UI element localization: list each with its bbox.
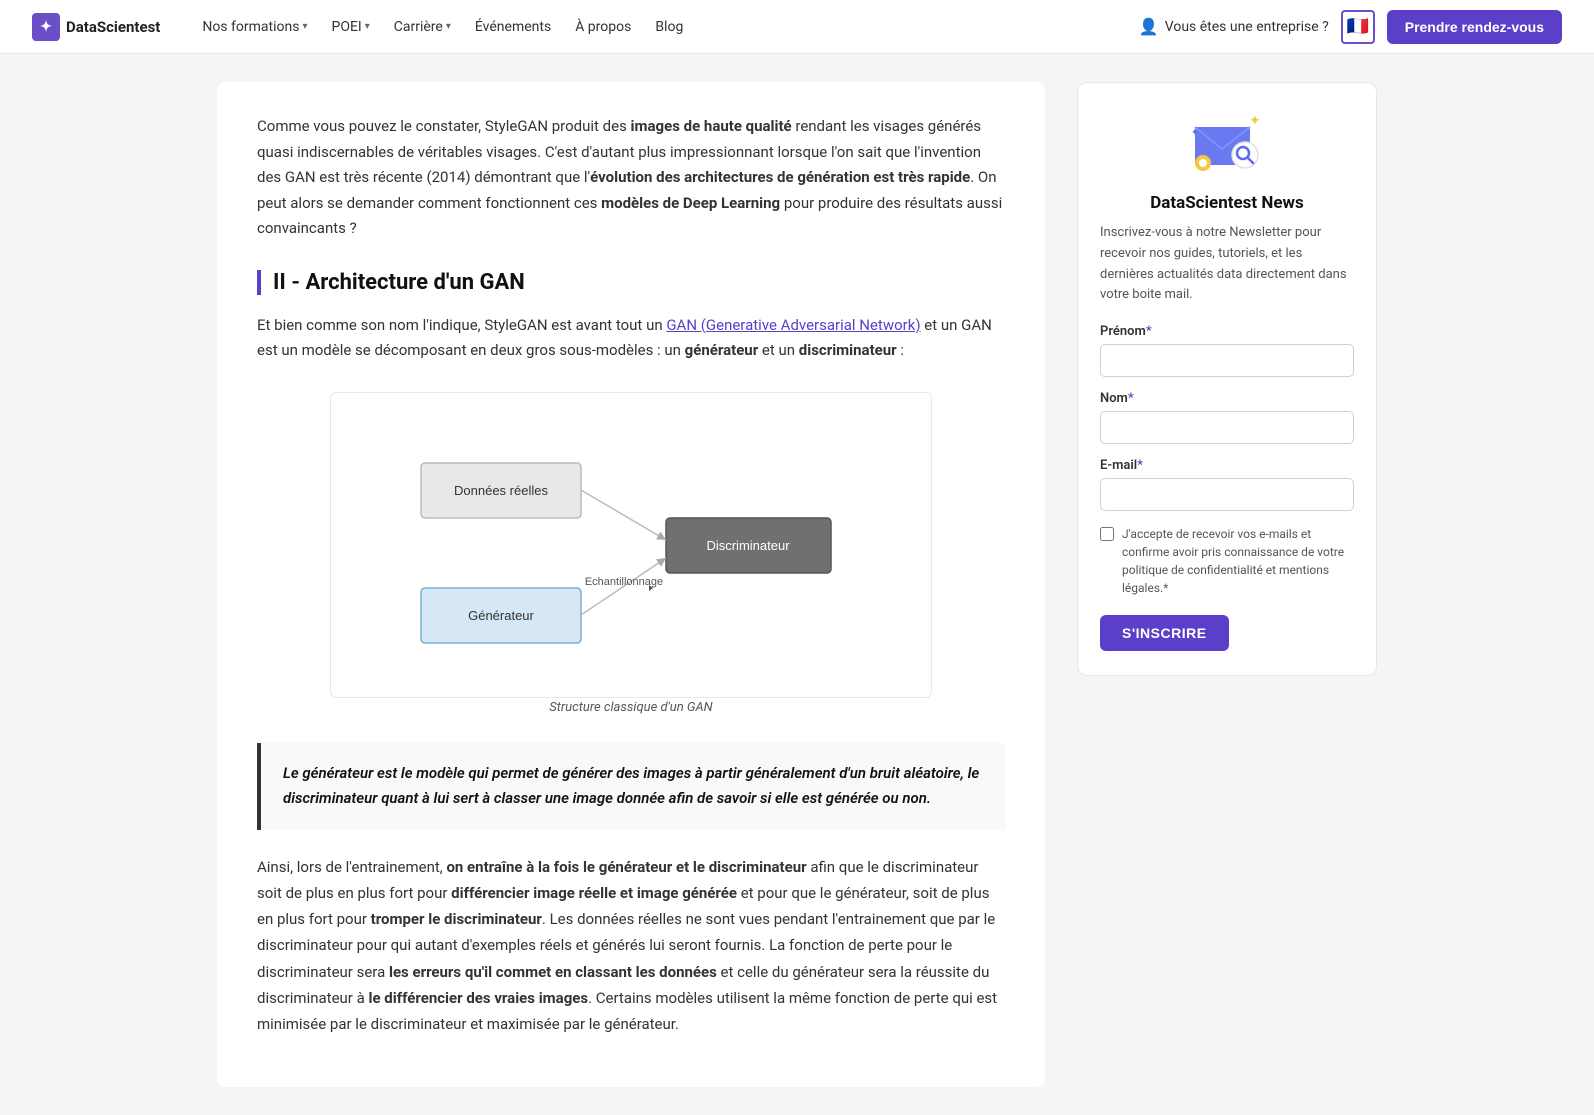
email-label: E-mail*	[1100, 458, 1354, 473]
consent-row: J'accepte de recevoir vos e-mails et con…	[1100, 525, 1354, 597]
chevron-down-icon: ▾	[302, 21, 307, 32]
email-input[interactable]	[1100, 478, 1354, 511]
section-intro: Et bien comme son nom l'indique, StyleGA…	[257, 313, 1005, 364]
logo-icon: ✦	[32, 13, 60, 41]
newsletter-desc: Inscrivez-vous à notre Newsletter pour r…	[1100, 223, 1354, 306]
page-body: Comme vous pouvez le constater, StyleGAN…	[197, 54, 1397, 1115]
main-content: Comme vous pouvez le constater, StyleGAN…	[217, 82, 1045, 1087]
prenom-input[interactable]	[1100, 344, 1354, 377]
svg-text:✦: ✦	[1249, 112, 1261, 128]
sidebar: ✦ ✦ DataScientest News Inscrivez-vous à …	[1077, 82, 1377, 1087]
gan-link[interactable]: GAN (Generative Adversarial Network)	[666, 316, 920, 334]
nav-item-carriere[interactable]: Carrière ▾	[384, 13, 461, 41]
diagram-container: Données réelles Générateur Discriminateu…	[257, 392, 1005, 715]
navbar: ✦ DataScientest Nos formations ▾ POEI ▾ …	[0, 0, 1594, 54]
svg-text:Echantillonnage: Echantillonnage	[585, 576, 663, 588]
svg-text:Données réelles: Données réelles	[454, 483, 548, 498]
chevron-down-icon: ▾	[446, 21, 451, 32]
svg-text:Discriminateur: Discriminateur	[706, 538, 790, 553]
body-paragraph: Ainsi, lors de l'entrainement, on entraî…	[257, 854, 1005, 1038]
svg-text:Générateur: Générateur	[468, 608, 534, 623]
nom-group: Nom*	[1100, 391, 1354, 444]
gan-diagram-svg: Données réelles Générateur Discriminateu…	[371, 413, 891, 673]
enterprise-link[interactable]: 👤 Vous êtes une entreprise ?	[1139, 17, 1329, 36]
nav-item-formations[interactable]: Nos formations ▾	[192, 13, 317, 41]
diagram-caption-text: Structure classique d'un GAN	[549, 700, 712, 715]
email-group: E-mail*	[1100, 458, 1354, 511]
enterprise-icon: 👤	[1139, 17, 1159, 36]
nav-item-blog[interactable]: Blog	[645, 13, 693, 41]
diagram-svg: Données réelles Générateur Discriminateu…	[330, 392, 932, 698]
newsletter-title: DataScientest News	[1100, 193, 1354, 213]
nav-links: Nos formations ▾ POEI ▾ Carrière ▾ Événe…	[192, 13, 1138, 41]
highlight-block: Le générateur est le modèle qui permet d…	[257, 743, 1005, 830]
consent-label: J'accepte de recevoir vos e-mails et con…	[1122, 525, 1354, 597]
prenom-label: Prénom*	[1100, 324, 1354, 339]
svg-text:✦: ✦	[1191, 127, 1199, 137]
nav-item-evenements[interactable]: Événements	[465, 13, 561, 41]
nom-label: Nom*	[1100, 391, 1354, 406]
nav-right: 👤 Vous êtes une entreprise ? 🇫🇷 Prendre …	[1139, 10, 1562, 44]
section-title: II - Architecture d'un GAN	[257, 270, 1005, 295]
intro-paragraph: Comme vous pouvez le constater, StyleGAN…	[257, 114, 1005, 242]
cta-button[interactable]: Prendre rendez-vous	[1387, 10, 1562, 44]
newsletter-card: ✦ ✦ DataScientest News Inscrivez-vous à …	[1077, 82, 1377, 676]
chevron-down-icon: ▾	[365, 21, 370, 32]
language-flag-button[interactable]: 🇫🇷	[1341, 10, 1375, 44]
logo-text: DataScientest	[66, 18, 160, 36]
site-logo[interactable]: ✦ DataScientest	[32, 13, 160, 41]
prenom-group: Prénom*	[1100, 324, 1354, 377]
newsletter-icon: ✦ ✦	[1187, 107, 1267, 179]
newsletter-icon-wrap: ✦ ✦	[1100, 107, 1354, 179]
subscribe-button[interactable]: S'INSCRIRE	[1100, 615, 1229, 651]
consent-checkbox[interactable]	[1100, 527, 1114, 541]
nav-item-poei[interactable]: POEI ▾	[322, 13, 380, 41]
nom-input[interactable]	[1100, 411, 1354, 444]
nav-item-apropos[interactable]: À propos	[565, 13, 641, 41]
